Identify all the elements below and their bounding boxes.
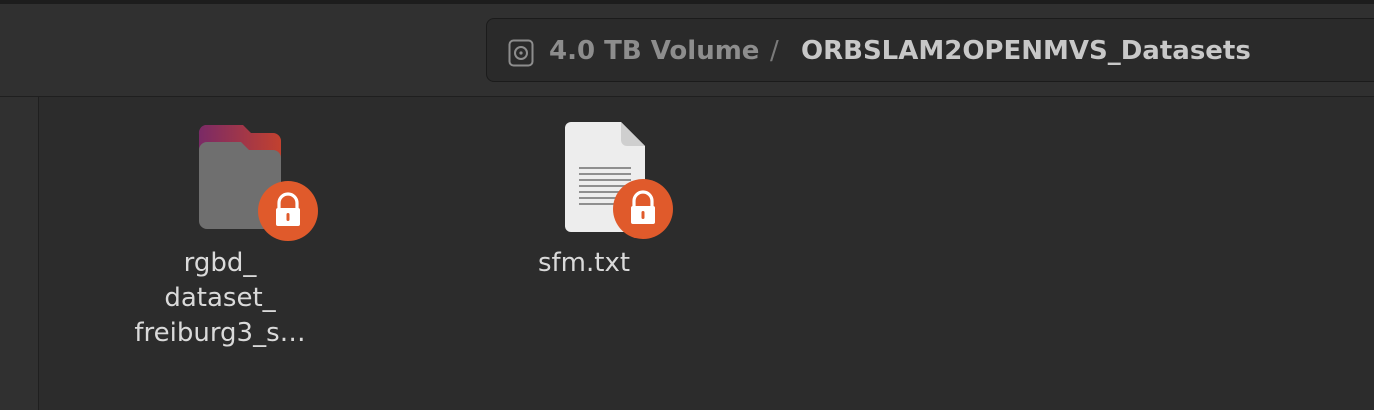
file-name-line: freiburg3_s… [134, 318, 306, 348]
folder-icon-wrap [155, 120, 318, 242]
breadcrumb-volume[interactable]: 4.0 TB Volume [549, 33, 759, 69]
path-bar[interactable]: 4.0 TB Volume / ORBSLAM2OPENMVS_Datasets [486, 18, 1374, 82]
breadcrumb-separator: / [770, 36, 779, 66]
text-file-icon-wrap [519, 120, 673, 242]
header-bar: 4.0 TB Volume / ORBSLAM2OPENMVS_Datasets [0, 4, 1374, 97]
drive-icon [508, 39, 534, 67]
file-item-folder[interactable]: rgbd_ dataset_ freiburg3_s… [125, 120, 318, 351]
file-name-label: rgbd_ dataset_ freiburg3_s… [125, 246, 315, 351]
file-name-label: sfm.txt [489, 246, 679, 281]
sidebar [0, 97, 39, 410]
lock-icon [613, 179, 673, 239]
file-item-text-file[interactable]: sfm.txt [489, 120, 679, 281]
breadcrumb-current-folder[interactable]: ORBSLAM2OPENMVS_Datasets [801, 33, 1251, 69]
file-name-line: dataset_ [164, 283, 276, 313]
lock-icon [258, 181, 318, 241]
file-name-line: sfm.txt [537, 248, 631, 278]
file-name-line: rgbd_ [183, 248, 257, 278]
